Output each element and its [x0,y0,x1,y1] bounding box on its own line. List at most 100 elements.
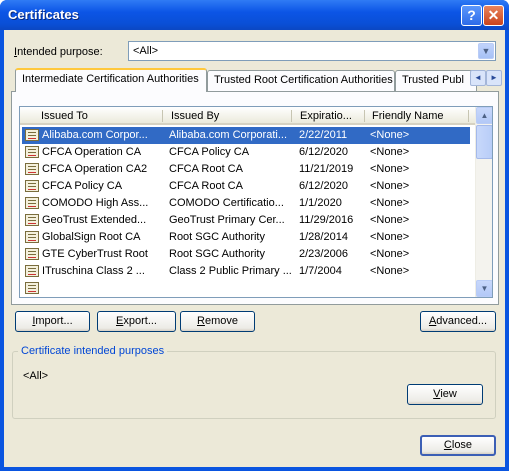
cell-expiration: 6/12/2020 [299,180,348,192]
table-row[interactable]: ITruschina Class 2 ... Class 2 Public Pr… [22,263,470,280]
list-header: Issued To Issued By Expiratio... Friendl… [20,107,476,125]
certificate-list[interactable]: Issued To Issued By Expiratio... Friendl… [19,106,493,298]
cell-issued-by: Class 2 Public Primary ... [169,265,292,277]
certificate-icon [25,282,39,294]
cell-issued-to: CFCA Policy CA [42,180,123,192]
import-button[interactable]: Import... [15,311,90,332]
window-title: Certificates [8,7,79,22]
certificate-icon [25,129,39,141]
column-divider[interactable] [364,110,365,122]
help-button[interactable]: ? [461,5,482,26]
column-divider[interactable] [468,110,469,122]
cell-issued-to: Alibaba.com Corpor... [42,129,148,141]
tab-trusted-root-ca[interactable]: Trusted Root Certification Authorities [207,70,395,91]
close-label: lose [451,439,473,451]
title-bar[interactable]: Certificates ? ✕ [0,0,509,30]
column-divider[interactable] [162,110,163,122]
table-row[interactable]: CFCA Operation CA2 CFCA Root CA 11/21/20… [22,161,470,178]
certificate-icon [25,180,39,192]
certificate-icon [25,146,39,158]
cell-issued-by: GeoTrust Primary Cer... [169,214,285,226]
table-row[interactable]: GlobalSign Root CA Root SGC Authority 1/… [22,229,470,246]
cell-issued-by: CFCA Root CA [169,180,243,192]
close-accelerator: C [443,439,452,451]
intended-purpose-label: Intended purpose: [14,46,103,58]
cell-expiration: 2/22/2011 [299,129,348,141]
cell-issued-to: GeoTrust Extended... [42,214,147,226]
dialog-client: Intended purpose: <All> ▼ Intermediate C… [4,30,505,467]
vertical-scrollbar[interactable]: ▲ ▼ [475,107,492,297]
table-row-partial[interactable] [22,280,470,297]
cell-issued-by: Root SGC Authority [169,231,265,243]
tab-intermediate-ca[interactable]: Intermediate Certification Authorities [15,68,207,92]
column-friendly-name[interactable]: Friendly Name [372,110,444,122]
cell-friendly-name: <None> [370,214,410,226]
table-row[interactable]: GeoTrust Extended... GeoTrust Primary Ce… [22,212,470,229]
cell-friendly-name: <None> [370,129,410,141]
intended-purpose-select[interactable]: <All> ▼ [128,41,496,61]
chevron-down-icon[interactable]: ▼ [478,43,494,59]
intended-purposes-value: <All> [23,370,49,382]
cell-expiration: 1/1/2020 [299,197,342,209]
certificate-icon [25,265,39,277]
table-row[interactable]: Alibaba.com Corpor... Alibaba.com Corpor… [22,127,470,144]
cell-issued-to: GTE CyberTrust Root [42,248,148,260]
remove-label: emove [204,315,238,327]
cell-friendly-name: <None> [370,146,410,158]
close-window-button[interactable]: ✕ [483,5,504,26]
certificate-icon [25,248,39,260]
close-icon: ✕ [487,7,500,23]
tab-label: Trusted Publ [402,74,464,86]
view-button[interactable]: View [407,384,483,405]
cell-issued-to: CFCA Operation CA2 [42,163,148,175]
cell-expiration: 11/29/2016 [299,214,354,226]
certificate-icon [25,214,39,226]
table-row[interactable]: COMODO High Ass... COMODO Certificatio..… [22,195,470,212]
intended-purposes-group-label: Certificate intended purposes [18,345,168,357]
import-label: mport... [35,315,73,327]
tab-scroll-right-icon[interactable]: ► [486,70,502,86]
cell-issued-by: CFCA Policy CA [169,146,250,158]
column-divider[interactable] [291,110,292,122]
close-button[interactable]: Close [420,435,496,456]
scroll-down-icon[interactable]: ▼ [476,280,492,297]
view-label: iew [440,388,457,400]
tab-label: Trusted Root Certification Authorities [214,74,393,86]
cell-issued-by: Root SGC Authority [169,248,265,260]
table-row[interactable]: GTE CyberTrust Root Root SGC Authority 2… [22,246,470,263]
scroll-up-icon[interactable]: ▲ [476,107,492,124]
cell-friendly-name: <None> [370,197,410,209]
cell-friendly-name: <None> [370,180,410,192]
cell-expiration: 1/28/2014 [299,231,348,243]
tab-label: Intermediate Certification Authorities [22,73,199,85]
cell-friendly-name: <None> [370,248,410,260]
intended-purpose-value: <All> [133,45,159,57]
remove-button[interactable]: Remove [180,311,255,332]
cell-friendly-name: <None> [370,231,410,243]
column-issued-to[interactable]: Issued To [41,110,88,122]
cell-friendly-name: <None> [370,265,410,277]
table-row[interactable]: CFCA Policy CA CFCA Root CA 6/12/2020 <N… [22,178,470,195]
cell-issued-to: ITruschina Class 2 ... [42,265,145,277]
column-expiration[interactable]: Expiratio... [300,110,352,122]
certificate-icon [25,197,39,209]
scrollbar-thumb[interactable] [476,125,492,159]
table-row[interactable]: CFCA Operation CA CFCA Policy CA 6/12/20… [22,144,470,161]
cell-issued-to: COMODO High Ass... [42,197,149,209]
export-label: xport... [123,315,157,327]
export-button[interactable]: Export... [97,311,176,332]
remove-accelerator: R [197,315,205,327]
tab-trusted-publishers[interactable]: Trusted Publ [395,70,477,91]
cell-issued-to: GlobalSign Root CA [42,231,141,243]
column-issued-by[interactable]: Issued By [171,110,219,122]
tab-panel: Issued To Issued By Expiratio... Friendl… [11,91,499,305]
advanced-label: dvanced... [436,315,488,327]
certificate-icon [25,231,39,243]
tab-scroll-left-icon[interactable]: ◄ [470,70,486,86]
intended-purpose-label-text: ntended purpose: [17,46,103,58]
cell-issued-by: CFCA Root CA [169,163,243,175]
advanced-button[interactable]: Advanced... [420,311,496,332]
cell-issued-to: CFCA Operation CA [42,146,142,158]
cell-issued-by: COMODO Certificatio... [169,197,284,209]
cell-friendly-name: <None> [370,163,410,175]
